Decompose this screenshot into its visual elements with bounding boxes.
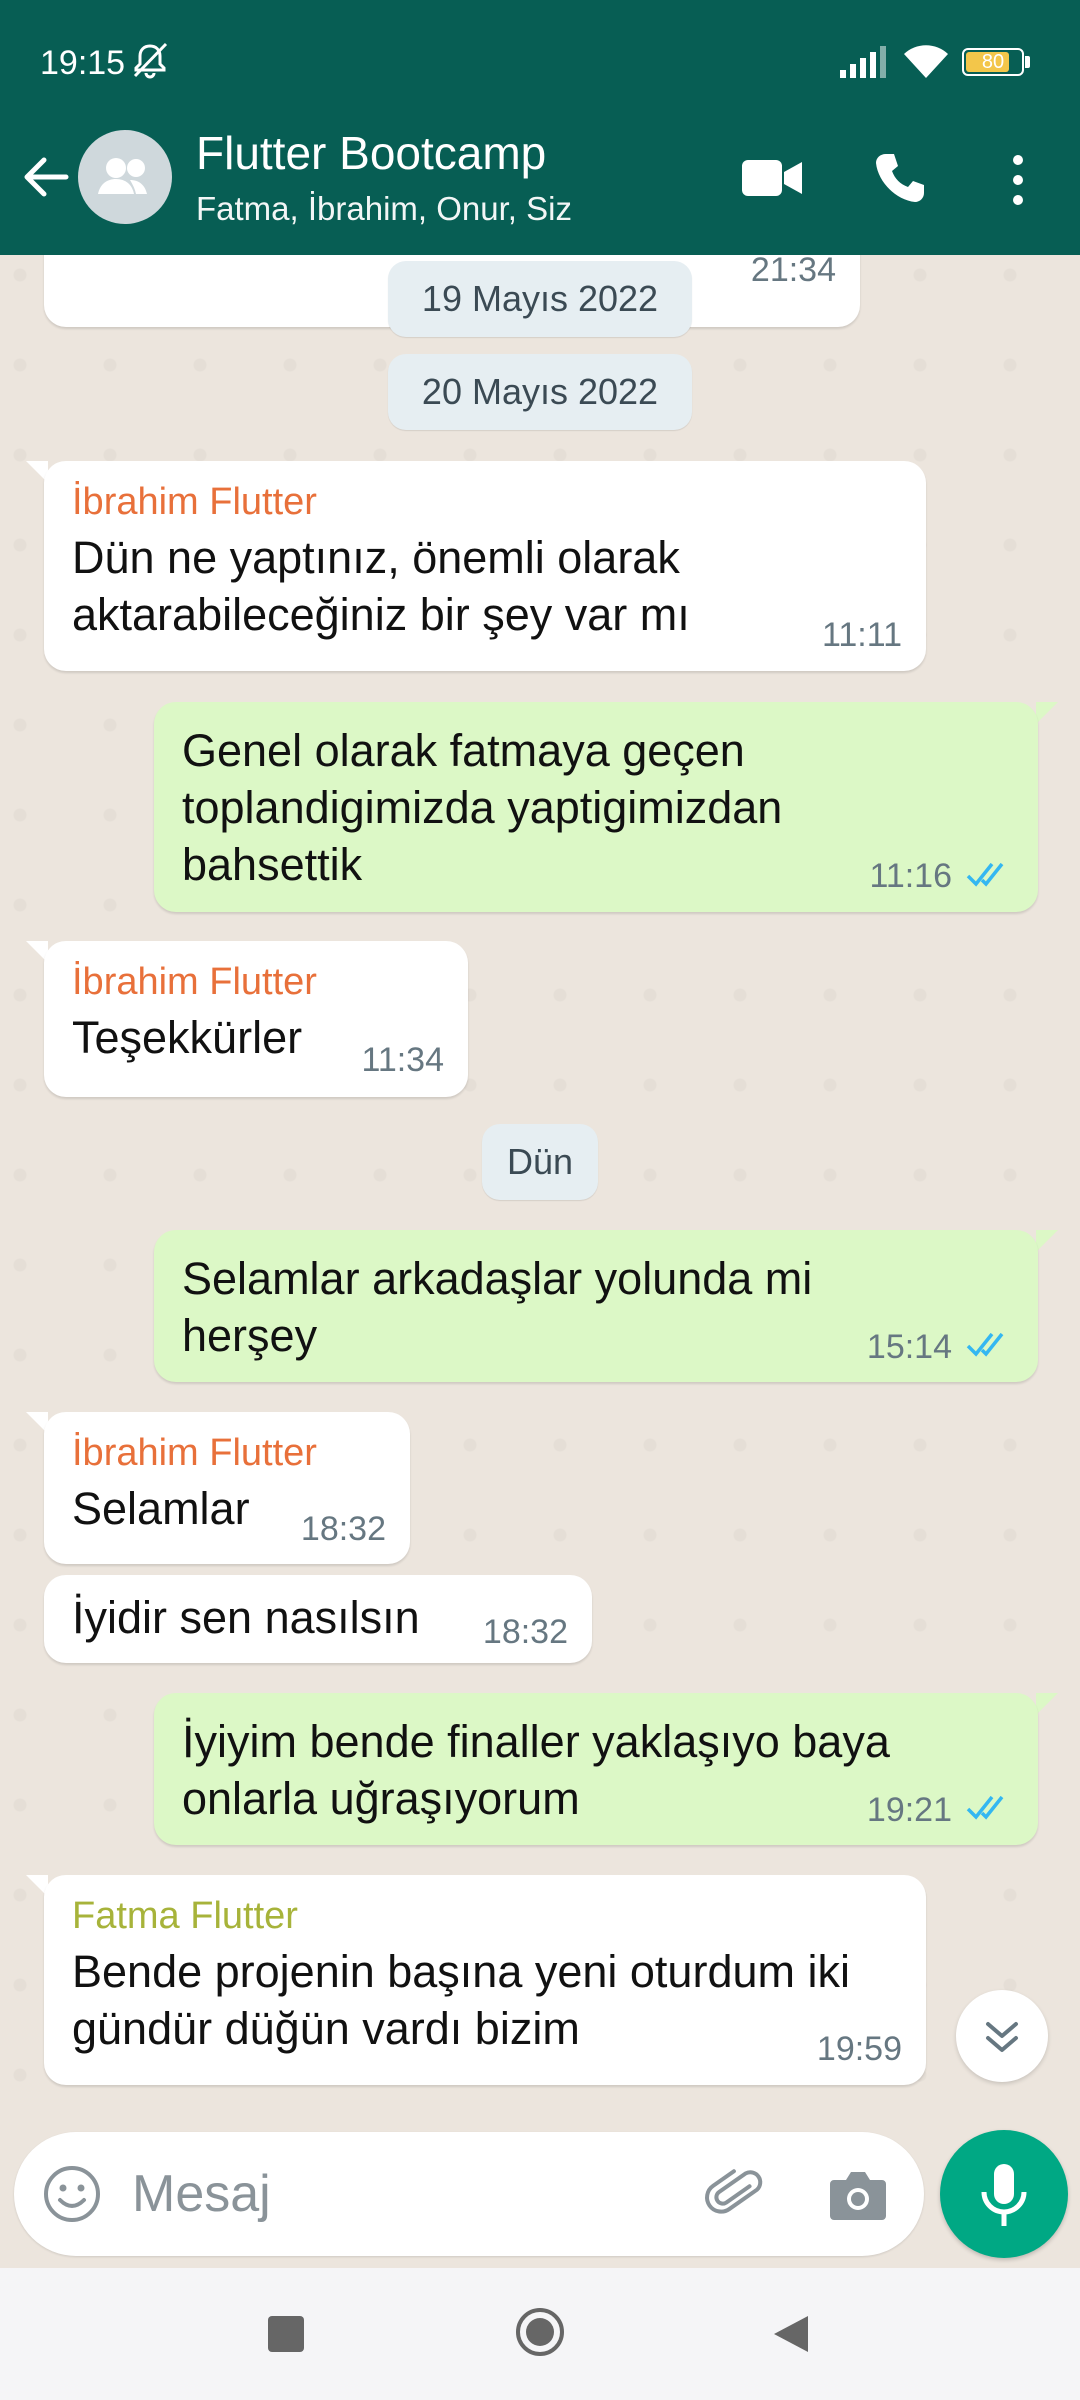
- message-time: 18:32: [482, 1613, 568, 1651]
- message-time: 11:16: [869, 857, 952, 895]
- chat-messages[interactable]: 21:34 19 Mayıs 2022 20 Mayıs 2022 İbrahi…: [0, 255, 1080, 2120]
- message-text: Genel olarak fatmaya geçen: [182, 725, 745, 776]
- group-avatar[interactable]: [78, 130, 172, 224]
- back-arrow-icon[interactable]: [18, 150, 72, 204]
- double-check-icon: [966, 1332, 1004, 1357]
- message-bubble[interactable]: İyiyim bende finaller yaklaşıyo baya onl…: [154, 1693, 1038, 1845]
- voice-message-button[interactable]: [940, 2130, 1068, 2258]
- message-text: bahsettik: [182, 839, 363, 890]
- message-text: Selamlar: [72, 1483, 250, 1534]
- signal-icon: [840, 46, 886, 78]
- nav-recents-icon[interactable]: [268, 2316, 304, 2352]
- message-composer: [14, 2132, 924, 2256]
- date-separator: 19 Mayıs 2022: [388, 261, 692, 337]
- message-text: Selamlar arkadaşlar yolunda mi: [182, 1253, 813, 1304]
- message-text: herşey: [182, 1310, 318, 1361]
- message-time: 11:34: [361, 1041, 444, 1079]
- date-separator: 20 Mayıs 2022: [388, 354, 692, 430]
- date-separator: Dün: [482, 1124, 598, 1200]
- nav-home-icon[interactable]: [514, 2306, 566, 2358]
- battery-icon: 80: [962, 48, 1032, 78]
- message-bubble[interactable]: İbrahim Flutter Teşekkürler 11:34: [44, 941, 468, 1097]
- message-time: 21:34: [750, 255, 836, 289]
- mute-icon: [133, 42, 168, 79]
- message-time: 18:32: [300, 1510, 386, 1548]
- wifi-icon: [904, 45, 948, 78]
- double-check-icon: [966, 1795, 1004, 1820]
- chat-participants[interactable]: Fatma, İbrahim, Onur, Siz: [196, 190, 572, 228]
- scroll-to-bottom-button[interactable]: [956, 1990, 1048, 2082]
- message-text: gündür düğün vardı bizim: [72, 2003, 580, 2054]
- more-vert-icon[interactable]: [1000, 150, 1036, 210]
- sender-name: İbrahim Flutter: [72, 961, 317, 1003]
- battery-level: 80: [981, 51, 1005, 73]
- message-input[interactable]: [132, 2160, 692, 2228]
- message-time: 11:11: [821, 616, 902, 654]
- sender-name: İbrahim Flutter: [72, 1432, 317, 1474]
- message-text: İyiyim bende finaller yaklaşıyo baya: [182, 1716, 890, 1767]
- message-text: aktarabileceğiniz bir şey var mı: [72, 589, 690, 640]
- mic-icon: [981, 2164, 1027, 2226]
- bubble-tail: [1036, 1693, 1058, 1715]
- message-text: Bende projenin başına yeni oturdum iki: [72, 1946, 850, 1997]
- message-time: 19:21: [866, 1791, 952, 1829]
- chat-title[interactable]: Flutter Bootcamp: [196, 126, 546, 180]
- status-time: 19:15: [40, 44, 126, 82]
- chat-header: 19:15 80 Flutter Bootcamp Fatma, İbrahim…: [0, 0, 1080, 255]
- attach-icon[interactable]: [704, 2162, 768, 2226]
- message-text: İyidir sen nasılsın: [72, 1592, 420, 1643]
- message-text: Teşekkürler: [72, 1012, 303, 1063]
- message-time: 15:14: [866, 1328, 952, 1366]
- message-text: onlarla uğraşıyorum: [182, 1773, 580, 1824]
- video-call-icon[interactable]: [740, 156, 804, 200]
- status-bar: 19:15 80: [0, 0, 1080, 130]
- message-text: Dün ne yaptınız, önemli olarak: [72, 532, 680, 583]
- chevron-double-down-icon: [986, 2022, 1018, 2052]
- message-text: toplandigimizda yaptigimizdan: [182, 782, 783, 833]
- message-bubble[interactable]: İyidir sen nasılsın 18:32: [44, 1575, 592, 1663]
- double-check-icon: [966, 862, 1004, 887]
- camera-icon[interactable]: [826, 2164, 890, 2224]
- message-time: 19:59: [816, 2030, 902, 2068]
- bubble-tail: [1036, 1230, 1058, 1252]
- message-bubble[interactable]: İbrahim Flutter Dün ne yaptınız, önemli …: [44, 461, 926, 671]
- message-bubble[interactable]: Genel olarak fatmaya geçen toplandigimiz…: [154, 702, 1038, 912]
- nav-back-icon[interactable]: [770, 2312, 812, 2356]
- sender-name: İbrahim Flutter: [72, 481, 317, 523]
- bubble-tail: [1036, 702, 1058, 724]
- message-bubble[interactable]: Fatma Flutter Bende projenin başına yeni…: [44, 1875, 926, 2085]
- emoji-icon[interactable]: [40, 2162, 104, 2226]
- phone-icon[interactable]: [872, 150, 928, 206]
- message-bubble[interactable]: İbrahim Flutter Selamlar 18:32: [44, 1412, 410, 1564]
- sender-name: Fatma Flutter: [72, 1895, 298, 1937]
- group-avatar-icon: [98, 158, 147, 194]
- message-bubble[interactable]: Selamlar arkadaşlar yolunda mi herşey 15…: [154, 1230, 1038, 1382]
